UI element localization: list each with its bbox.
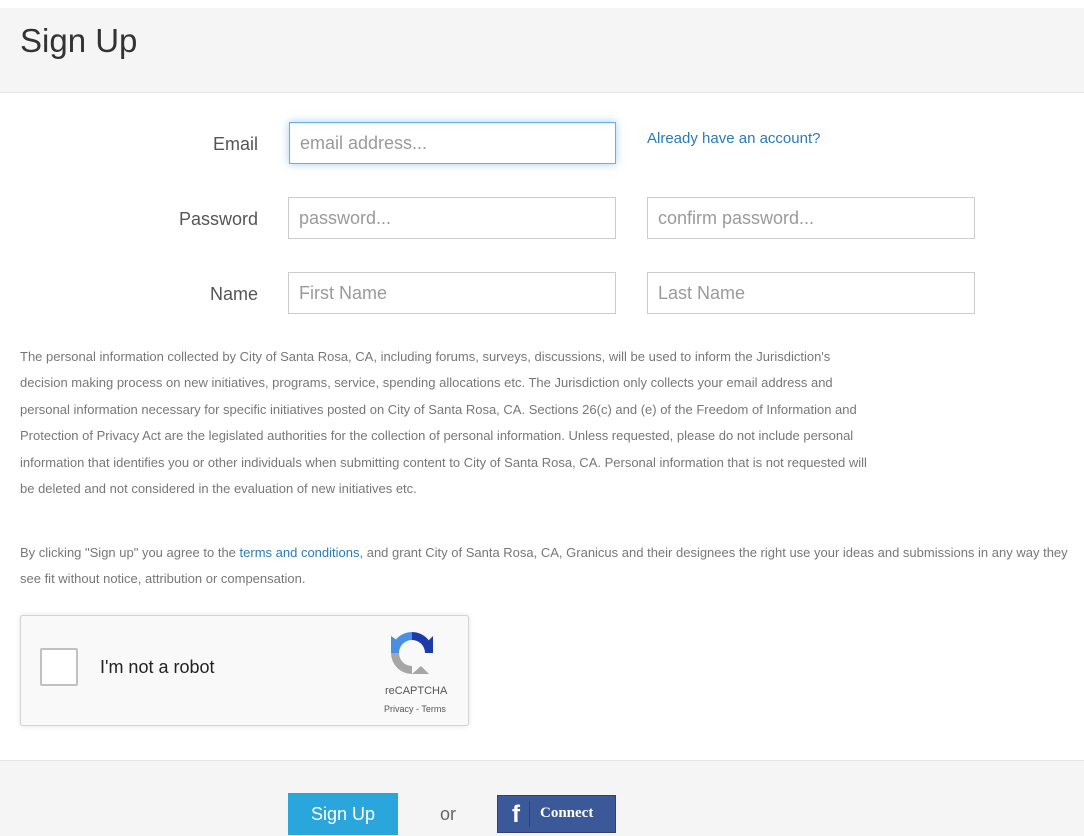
password-label: Password: [178, 209, 258, 229]
facebook-connect-label: Connect: [540, 805, 594, 821]
privacy-line: The personal information collected by Ci…: [20, 349, 831, 364]
privacy-notice: The personal information collected by Ci…: [20, 344, 1080, 502]
recaptcha-terms-link[interactable]: Terms: [421, 704, 446, 714]
recaptcha-logo-icon: [391, 632, 433, 674]
privacy-line: Protection of Privacy Act are the legisl…: [20, 428, 854, 444]
facebook-icon: f: [503, 801, 530, 828]
recaptcha-label: I'm not a robot: [100, 657, 215, 677]
page-title: Sign Up: [20, 22, 138, 59]
recaptcha-widget: I'm not a robot reCAPTCHA Privacy - Term…: [20, 615, 469, 726]
recaptcha-privacy-link[interactable]: Privacy: [384, 704, 414, 714]
privacy-line: decision making process on new initiativ…: [20, 375, 833, 391]
email-label: Email: [212, 134, 258, 154]
recaptcha-brand: reCAPTCHA: [385, 685, 448, 697]
recaptcha-checkbox[interactable]: [40, 648, 78, 686]
page-header: Sign Up: [0, 8, 1084, 93]
terms-and-conditions-link[interactable]: terms and conditions: [240, 545, 360, 560]
name-label: Name: [209, 284, 258, 304]
or-separator: or: [440, 804, 457, 824]
form-footer: Sign Up or f Connect: [0, 760, 1084, 836]
recaptcha-links: Privacy - Terms: [384, 704, 446, 714]
first-name-field[interactable]: [288, 272, 616, 314]
already-have-account-link[interactable]: Already have an account?: [647, 130, 820, 147]
privacy-line: information that identifies you or other…: [20, 454, 867, 470]
confirm-password-field[interactable]: [647, 197, 975, 239]
privacy-line: be deleted and not considered in the eva…: [20, 480, 417, 496]
facebook-connect-button[interactable]: f Connect: [497, 795, 616, 833]
password-field[interactable]: [288, 197, 616, 239]
last-name-field[interactable]: [647, 272, 975, 314]
agreement-text: By clicking "Sign up" you agree to the t…: [20, 540, 1080, 592]
agreement-prefix: By clicking "Sign up" you agree to the: [20, 545, 240, 560]
email-field[interactable]: [289, 122, 616, 164]
sign-up-button[interactable]: Sign Up: [288, 793, 398, 835]
privacy-line: personal information necessary for speci…: [20, 401, 857, 417]
